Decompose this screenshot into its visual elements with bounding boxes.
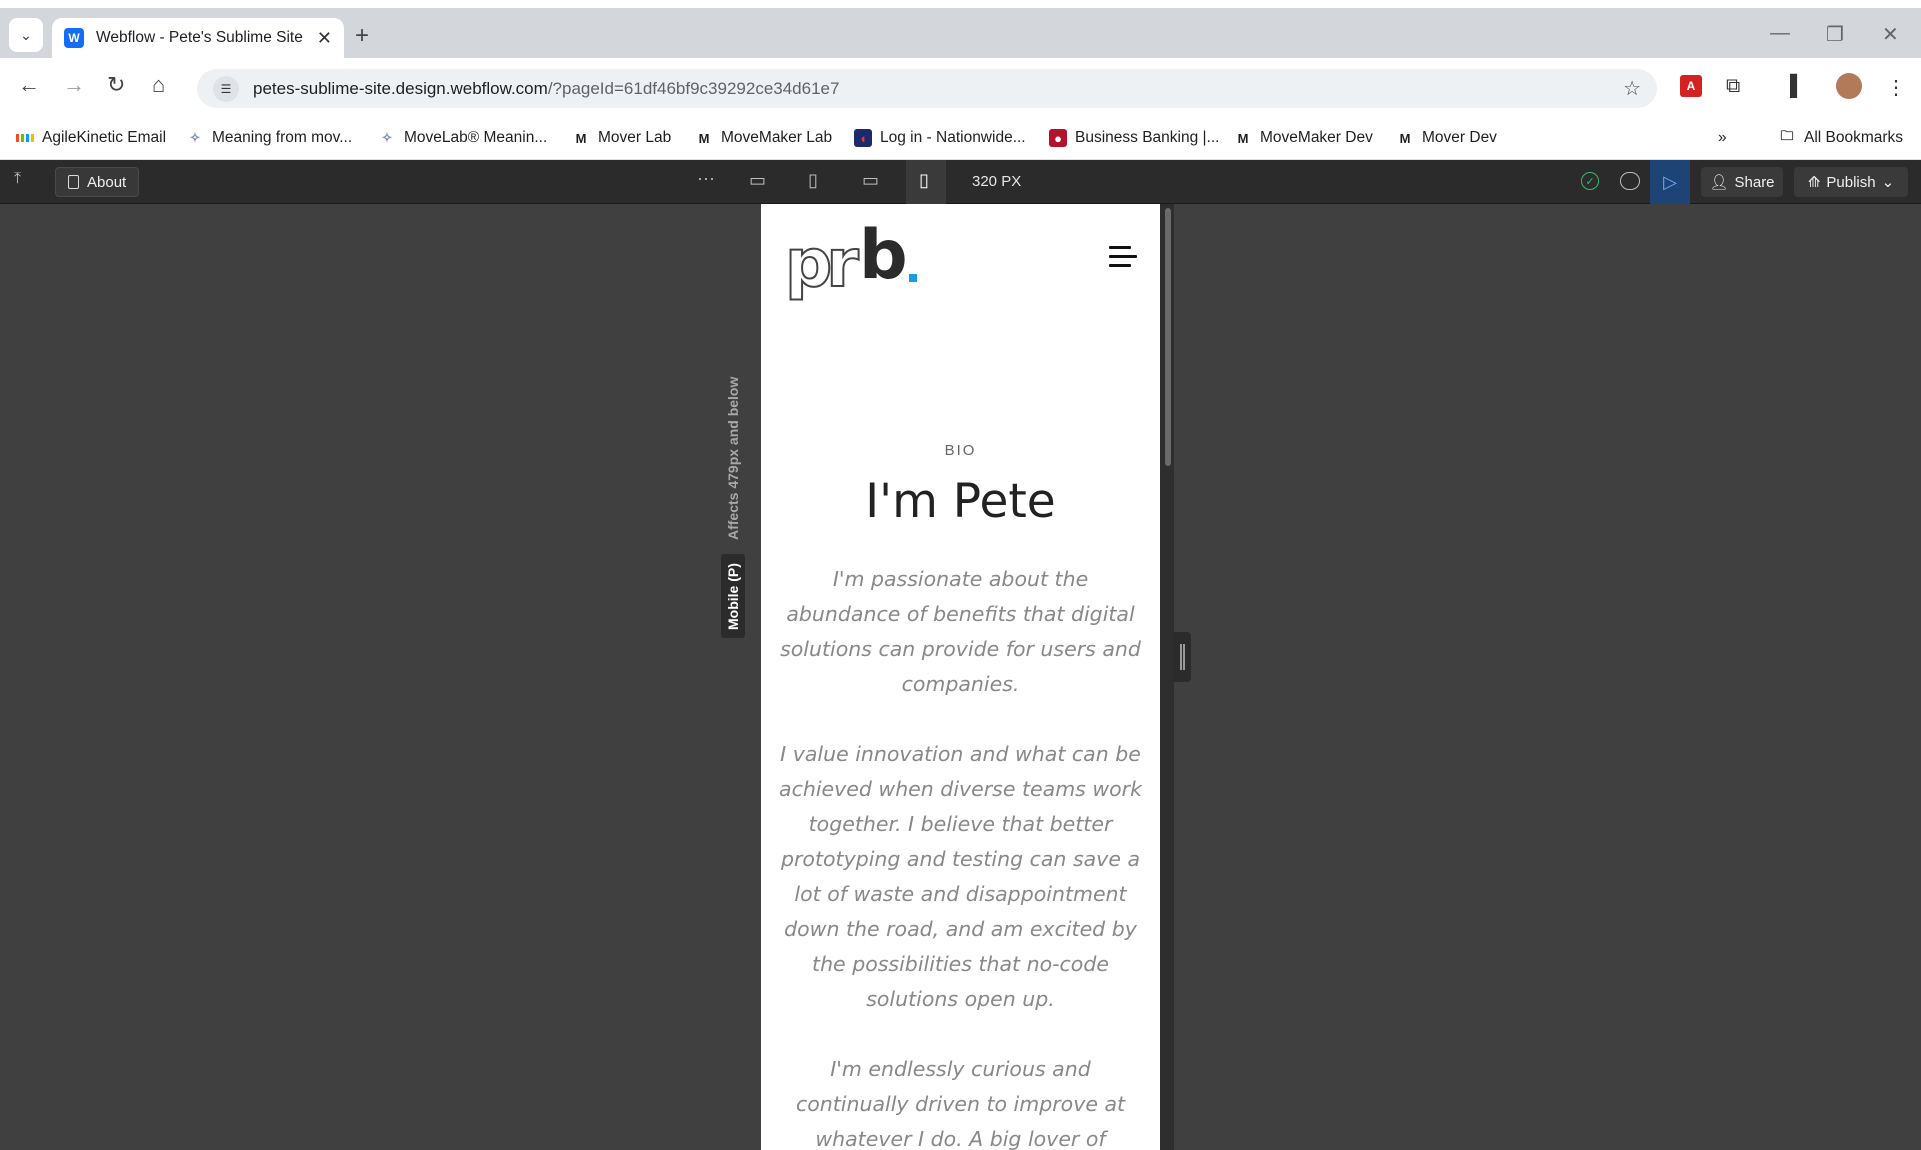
- comments-icon[interactable]: [1620, 172, 1640, 190]
- browser-toolbar: ← → ↻ ⌂ ☰ petes-sublime-site.design.webf…: [0, 58, 1921, 118]
- url-host: petes-sublime-site.design.webflow.com: [253, 78, 548, 98]
- logo-dot: [909, 274, 917, 282]
- bookmark-item[interactable]: M Mover Lab: [572, 129, 672, 147]
- canvas-width-label[interactable]: 320 PX: [972, 173, 1021, 190]
- share-label: Share: [1734, 173, 1775, 191]
- nationwide-icon: ◖: [854, 129, 872, 147]
- tab-search-button[interactable]: ⌄: [9, 18, 43, 52]
- chrome-menu-icon[interactable]: ⋮: [1886, 75, 1906, 100]
- folder-icon: 🗀: [1780, 128, 1794, 143]
- all-bookmarks-button[interactable]: 🗀 All Bookmarks: [1778, 128, 1904, 147]
- profile-avatar[interactable]: [1836, 73, 1862, 99]
- page-icon: [68, 175, 79, 189]
- rocket-icon: ⟰: [1807, 174, 1821, 191]
- logo-b: b: [859, 216, 908, 295]
- publish-label: Publish: [1826, 173, 1876, 191]
- preview-play-icon[interactable]: ▷: [1650, 160, 1690, 204]
- viewport-resize-handle[interactable]: [1174, 632, 1191, 682]
- bank-icon: ●: [1049, 129, 1067, 147]
- side-panel-icon[interactable]: ▌: [1790, 75, 1804, 98]
- m-icon: M: [575, 130, 587, 146]
- breakpoint-hint: Affects 479px and below: [725, 376, 741, 540]
- tablet-breakpoint-icon[interactable]: ▯: [808, 170, 818, 191]
- bio-paragraph: I value innovation and what can be achie…: [779, 742, 1142, 1011]
- all-bookmarks-label: All Bookmarks: [1804, 129, 1904, 146]
- webflow-topbar: ⤒ About ··· ▭ ▯ ▭ ▯ 320 PX ✓ ▷ 👤︎ Share …: [0, 160, 1921, 204]
- more-bookmarks-icon[interactable]: »: [1718, 129, 1727, 147]
- minimize-icon[interactable]: —: [1770, 22, 1790, 45]
- extensions-icon[interactable]: ⧉: [1726, 75, 1740, 98]
- bookmark-label: Mover Lab: [598, 129, 672, 146]
- bookmark-item[interactable]: ◖ Log in - Nationwide...: [854, 129, 1026, 147]
- bookmark-label: Business Banking |...: [1075, 129, 1220, 146]
- bookmark-star-icon[interactable]: ☆: [1623, 76, 1641, 101]
- bookmark-label: AgileKinetic Email: [42, 129, 167, 146]
- person-icon: 👤︎: [1709, 174, 1729, 191]
- restore-icon[interactable]: ❐: [1826, 22, 1844, 47]
- page-selector-button[interactable]: About: [55, 167, 140, 197]
- bookmarks-bar: AgileKinetic Email ✧ Meaning from mov...…: [0, 118, 1921, 160]
- acrobat-extension-icon[interactable]: A: [1680, 75, 1702, 97]
- designer-canvas[interactable]: Mobile (P) Affects 479px and below pr b …: [0, 204, 1921, 1150]
- bio-kicker: BIO: [944, 442, 977, 459]
- bookmark-label: Mover Dev: [1422, 129, 1497, 146]
- more-breakpoints-icon[interactable]: ···: [697, 168, 715, 189]
- url-path: /?pageId=61df46bf9c39292ce34d61e7: [547, 78, 840, 98]
- forward-icon[interactable]: →: [63, 72, 85, 98]
- desktop-breakpoint-icon[interactable]: ▭: [749, 170, 766, 191]
- close-tab-icon[interactable]: ✕: [317, 28, 332, 49]
- microsoft-icon: [16, 129, 34, 147]
- bio-paragraph: I'm endlessly curious and continually dr…: [795, 1057, 1126, 1150]
- bookmark-label: Meaning from mov...: [212, 129, 353, 146]
- back-icon[interactable]: ←: [18, 72, 40, 98]
- home-icon[interactable]: ⌂: [152, 72, 165, 98]
- close-window-icon[interactable]: ✕: [1882, 22, 1899, 47]
- mobile-landscape-breakpoint-icon[interactable]: ▭: [862, 170, 879, 191]
- page-title: I'm Pete: [865, 474, 1056, 529]
- bookmark-item[interactable]: AgileKinetic Email: [16, 129, 166, 147]
- site-info-icon[interactable]: ☰: [213, 75, 239, 102]
- breakpoint-label: Mobile (P): [725, 563, 741, 630]
- bookmark-item[interactable]: ✧ MoveLab® Meanin...: [378, 129, 548, 147]
- mobile-portrait-icon: ▯: [919, 170, 929, 190]
- tab-title: Webflow - Pete's Sublime Site: [96, 29, 303, 46]
- publish-button[interactable]: ⟰ Publish ⌄: [1794, 167, 1908, 197]
- bookmark-label: MoveMaker Lab: [721, 129, 833, 146]
- chevron-down-icon: ⌄: [1881, 174, 1895, 191]
- scrollbar-thumb[interactable]: [1165, 208, 1171, 466]
- bookmark-label: MoveLab® Meanin...: [404, 129, 548, 146]
- share-button[interactable]: 👤︎ Share: [1701, 167, 1783, 197]
- bookmark-item[interactable]: ● Business Banking |...: [1049, 129, 1219, 147]
- address-bar[interactable]: ☰ petes-sublime-site.design.webflow.com …: [197, 69, 1657, 108]
- new-tab-icon[interactable]: +: [355, 22, 369, 50]
- bookmark-item[interactable]: M MoveMaker Dev: [1234, 129, 1373, 147]
- m-icon: M: [1399, 130, 1411, 146]
- bookmark-item[interactable]: ✧ Meaning from mov...: [186, 129, 353, 147]
- movelab-icon: ✧: [381, 130, 393, 145]
- tab-webflow[interactable]: W Webflow - Pete's Sublime Site ✕: [52, 18, 344, 58]
- logo-pr: pr: [784, 225, 860, 302]
- bookmark-label: MoveMaker Dev: [1260, 129, 1373, 146]
- tab-strip: ⌄ W Webflow - Pete's Sublime Site ✕ + — …: [0, 8, 1921, 58]
- mobile-viewport[interactable]: pr b BIO I'm Pete I'm passionate about t…: [761, 204, 1160, 1150]
- saved-status-icon: ✓: [1581, 172, 1599, 190]
- page-selector-label: About: [87, 173, 127, 191]
- browser-window: ⌄ W Webflow - Pete's Sublime Site ✕ + — …: [0, 0, 1921, 1150]
- bio-paragraph: I'm passionate about the abundance of be…: [780, 567, 1141, 696]
- m-icon: M: [698, 130, 710, 146]
- bookmark-item[interactable]: M Mover Dev: [1396, 129, 1497, 147]
- webflow-favicon-icon: W: [64, 28, 84, 48]
- m-icon: M: [1237, 130, 1249, 146]
- bookmark-item[interactable]: M MoveMaker Lab: [695, 129, 833, 147]
- hamburger-menu-icon[interactable]: [1109, 246, 1137, 268]
- reload-icon[interactable]: ↻: [107, 72, 125, 98]
- bookmark-label: Log in - Nationwide...: [880, 129, 1026, 146]
- navigator-up-icon[interactable]: ⤒: [14, 170, 21, 188]
- site-logo[interactable]: pr b: [784, 222, 925, 298]
- movelab-icon: ✧: [189, 130, 201, 145]
